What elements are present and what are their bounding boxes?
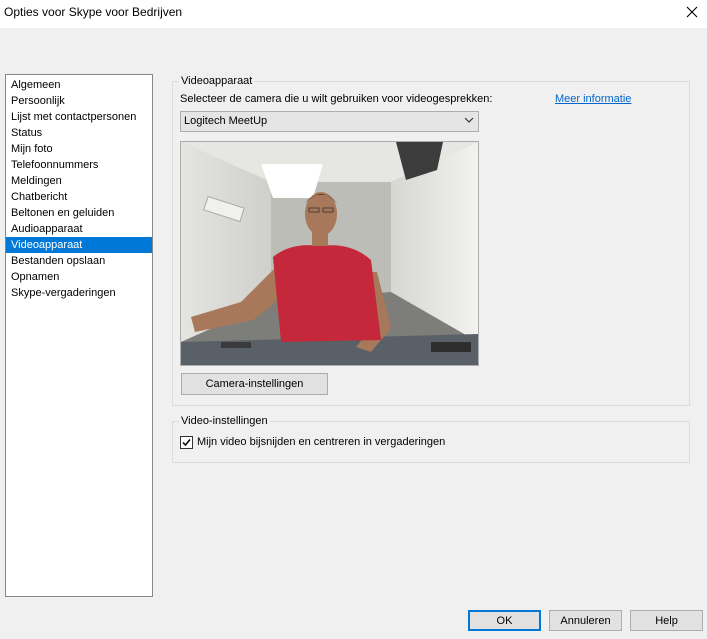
category-list[interactable]: Algemeen Persoonlijk Lijst met contactpers… [5, 74, 153, 597]
camera-settings-button-label: Camera-instellingen [205, 378, 304, 390]
sidebar-item-bestanden-opslaan[interactable]: Bestanden opslaan [6, 253, 152, 269]
ok-button[interactable]: OK [468, 610, 541, 631]
ok-button-label: OK [496, 614, 513, 627]
more-info-link[interactable]: Meer informatie [555, 93, 631, 105]
sidebar-item-telefoonnummers[interactable]: Telefoonnummers [6, 157, 152, 173]
cancel-button[interactable]: Annuleren [549, 610, 622, 631]
sidebar-item-mijn-foto[interactable]: Mijn foto [6, 141, 152, 157]
camera-preview [180, 141, 479, 366]
sidebar-item-videoapparaat[interactable]: Videoapparaat [6, 237, 152, 253]
sidebar-item-chatbericht[interactable]: Chatbericht [6, 189, 152, 205]
help-button[interactable]: Help [630, 610, 703, 631]
camera-preview-image [181, 142, 478, 365]
sidebar-item-skype-vergaderingen[interactable]: Skype-vergaderingen [6, 285, 152, 301]
crop-center-checkbox[interactable] [180, 436, 193, 449]
chevron-down-icon [464, 117, 474, 123]
crop-center-label[interactable]: Mijn video bijsnijden en centreren in ve… [197, 436, 445, 448]
window-title: Opties voor Skype voor Bedrijven [4, 5, 183, 19]
video-device-group-title: Videoapparaat [179, 74, 255, 88]
camera-settings-button[interactable]: Camera-instellingen [181, 373, 328, 395]
camera-select[interactable]: Logitech MeetUp [180, 111, 479, 132]
camera-select-prompt: Selecteer de camera die u wilt gebruiken… [180, 93, 493, 105]
sidebar-item-opnamen[interactable]: Opnamen [6, 269, 152, 285]
sidebar-item-meldingen[interactable]: Meldingen [6, 173, 152, 189]
sidebar-item-persoonlijk[interactable]: Persoonlijk [6, 93, 152, 109]
camera-select-value: Logitech MeetUp [184, 115, 268, 127]
close-icon [686, 6, 698, 18]
sidebar-item-lijst-met-contactpersonen[interactable]: Lijst met contactpersonen [6, 109, 152, 125]
sidebar-item-status[interactable]: Status [6, 125, 152, 141]
help-button-label: Help [655, 614, 678, 627]
title-bar: Opties voor Skype voor Bedrijven [0, 0, 707, 28]
checkmark-icon [182, 439, 191, 447]
sidebar-item-audioapparaat[interactable]: Audioapparaat [6, 221, 152, 237]
sidebar-item-algemeen[interactable]: Algemeen [6, 77, 152, 93]
sidebar-item-beltonen-en-geluiden[interactable]: Beltonen en geluiden [6, 205, 152, 221]
video-settings-group-title: Video-instellingen [179, 414, 270, 428]
cancel-button-label: Annuleren [560, 614, 611, 627]
close-button[interactable] [677, 0, 707, 24]
